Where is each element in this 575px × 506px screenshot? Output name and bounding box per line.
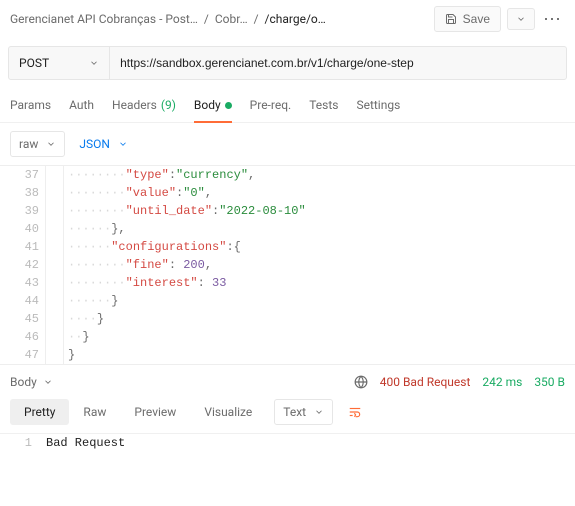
globe-icon[interactable]: [354, 375, 368, 389]
method-select[interactable]: POST: [9, 47, 110, 79]
chevron-down-icon: [118, 139, 128, 149]
tab-prereq[interactable]: Pre-req.: [250, 92, 292, 122]
response-line[interactable]: 1Bad Request: [0, 434, 575, 452]
response-body-editor[interactable]: 1Bad Request: [0, 433, 575, 452]
request-url-bar: POST: [8, 46, 567, 80]
response-time: 242 ms: [482, 375, 522, 389]
save-icon: [445, 13, 457, 25]
tab-settings[interactable]: Settings: [356, 92, 400, 122]
resp-tab-raw[interactable]: Raw: [69, 399, 120, 425]
tab-auth[interactable]: Auth: [69, 92, 94, 122]
editor-line[interactable]: 43········"interest": 33: [0, 274, 575, 292]
editor-line[interactable]: 39········"until_date":"2022-08-10": [0, 202, 575, 220]
editor-line[interactable]: 40······},: [0, 220, 575, 238]
response-size: 350 B: [534, 375, 565, 389]
tab-params[interactable]: Params: [10, 92, 51, 122]
breadcrumb-folder[interactable]: Cobr…: [215, 12, 248, 26]
url-input[interactable]: [110, 47, 566, 79]
response-mode-select[interactable]: Text: [274, 399, 333, 425]
breadcrumb: Gerencianet API Cobranças - Post… / Cobr…: [10, 12, 428, 26]
request-tabs: Params Auth Headers (9) Body Pre-req. Te…: [0, 80, 575, 123]
save-options-button[interactable]: [507, 8, 535, 30]
status-badge: 400 Bad Request: [380, 375, 471, 389]
editor-line[interactable]: 38········"value":"0",: [0, 184, 575, 202]
resp-tab-pretty[interactable]: Pretty: [10, 399, 69, 425]
chevron-down-icon: [89, 58, 99, 68]
tab-tests[interactable]: Tests: [309, 92, 338, 122]
editor-line[interactable]: 46··}: [0, 328, 575, 346]
editor-line[interactable]: 41······"configurations":{: [0, 238, 575, 256]
wrap-lines-button[interactable]: [343, 401, 367, 423]
tab-headers[interactable]: Headers (9): [112, 92, 176, 122]
editor-line[interactable]: 44······}: [0, 292, 575, 310]
chevron-down-icon: [43, 377, 53, 387]
resp-tab-preview[interactable]: Preview: [120, 399, 190, 425]
more-actions-button[interactable]: ⋯: [541, 9, 565, 30]
breadcrumb-root[interactable]: Gerencianet API Cobranças - Post…: [10, 12, 198, 26]
tab-body[interactable]: Body: [194, 92, 232, 122]
resp-tab-visualize[interactable]: Visualize: [190, 399, 266, 425]
response-section-select[interactable]: Body: [10, 375, 53, 389]
breadcrumb-request[interactable]: /charge/o…: [265, 12, 326, 26]
chevron-down-icon: [314, 407, 324, 417]
editor-line[interactable]: 37········"type":"currency",: [0, 166, 575, 184]
save-button[interactable]: Save: [434, 6, 501, 32]
body-lang-select[interactable]: JSON: [79, 137, 128, 151]
body-mode-select[interactable]: raw: [10, 131, 65, 157]
editor-line[interactable]: 42········"fine": 200,: [0, 256, 575, 274]
editor-line[interactable]: 47}: [0, 346, 575, 364]
chevron-down-icon: [46, 139, 56, 149]
editor-line[interactable]: 45····}: [0, 310, 575, 328]
unsaved-dot-icon: [225, 102, 232, 109]
request-body-editor[interactable]: 37········"type":"currency",38········"v…: [0, 165, 575, 364]
